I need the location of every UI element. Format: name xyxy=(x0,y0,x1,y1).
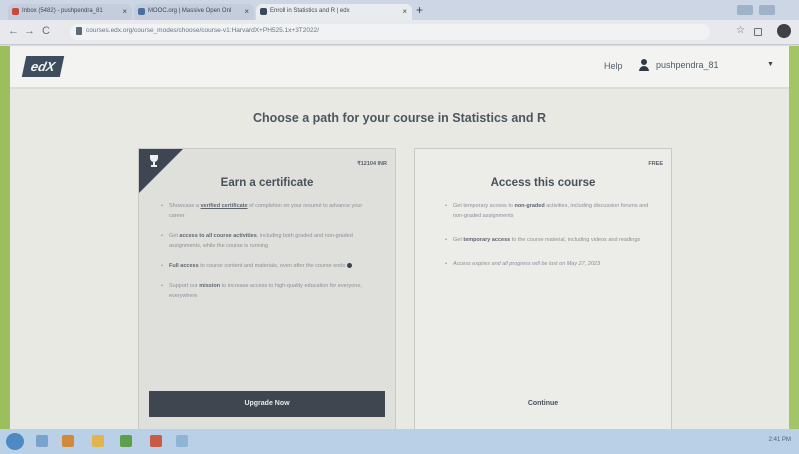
certificate-price: ₹12104 INR xyxy=(357,161,387,167)
tab-gmail[interactable]: Inbox (5482) - pushpendra_81 × xyxy=(8,4,132,20)
list-item: Get temporary access to the course mater… xyxy=(445,235,655,245)
main-content: Choose a path for your course in Statist… xyxy=(10,89,789,438)
info-icon[interactable] xyxy=(346,263,352,269)
browser-tab-strip: Inbox (5482) - pushpendra_81 × MOOC.org … xyxy=(0,0,799,33)
window-controls xyxy=(735,2,795,33)
clock: 2:41 PM xyxy=(768,437,791,443)
close-tab-icon[interactable]: × xyxy=(122,7,127,16)
upgrade-now-button[interactable]: Upgrade Now xyxy=(149,391,385,417)
user-icon xyxy=(638,59,650,72)
forward-button[interactable]: → xyxy=(24,25,35,37)
address-bar[interactable]: courses.edx.org/course_modes/choose/cour… xyxy=(70,24,710,40)
browser-toolbar: ← → C courses.edx.org/course_modes/choos… xyxy=(0,20,799,45)
certificate-card: ₹12104 INR Earn a certificate Showcase a… xyxy=(138,148,396,438)
bookmark-star-icon[interactable]: ☆ xyxy=(736,25,745,36)
address-url: courses.edx.org/course_modes/choose/cour… xyxy=(86,27,320,34)
app-icon[interactable] xyxy=(150,435,162,447)
close-tab-icon[interactable]: × xyxy=(244,7,249,16)
back-button[interactable]: ← xyxy=(8,25,19,37)
lock-icon xyxy=(76,27,82,35)
list-item: Support our mission to increase access t… xyxy=(161,281,375,301)
start-button[interactable] xyxy=(6,433,24,450)
tab-label: Inbox (5482) - pushpendra_81 xyxy=(22,8,103,14)
certificate-card-title: Earn a certificate xyxy=(220,177,314,189)
explorer-icon[interactable] xyxy=(36,435,48,447)
page-title: Choose a path for your course in Statist… xyxy=(252,111,547,125)
frame-edge-right xyxy=(789,46,799,429)
extensions-icon[interactable] xyxy=(754,28,762,36)
list-item: Showcase a verified certificate of compl… xyxy=(161,201,375,221)
new-tab-button[interactable]: + xyxy=(416,3,423,17)
frame-edge-left xyxy=(0,46,10,429)
profile-avatar[interactable] xyxy=(777,24,791,38)
edx-logo[interactable]: edX xyxy=(21,56,65,77)
list-item: Full access to course content and materi… xyxy=(161,261,375,271)
mooc-favicon-icon xyxy=(138,8,145,15)
gmail-favicon-icon xyxy=(12,8,19,15)
audit-card-title: Access this course xyxy=(490,177,596,189)
username-menu[interactable]: pushpendra_81 xyxy=(656,60,719,70)
folder-icon[interactable] xyxy=(92,435,104,447)
continue-button[interactable]: Continue xyxy=(415,391,671,417)
os-taskbar: 2:41 PM xyxy=(0,429,799,454)
minimize-button[interactable] xyxy=(737,5,753,15)
list-item: Get temporary access to non-graded activ… xyxy=(445,201,655,221)
maximize-button[interactable] xyxy=(759,5,776,15)
site-header: edX Help pushpendra_81 ▼ xyxy=(10,46,789,88)
chevron-down-icon[interactable]: ▼ xyxy=(767,61,774,68)
edx-favicon-icon xyxy=(260,8,267,15)
help-link[interactable]: Help xyxy=(604,61,623,71)
audit-benefits-list: Get temporary access to non-graded activ… xyxy=(445,201,655,283)
audit-card: FREE Access this course Get temporary ac… xyxy=(414,148,672,438)
list-item: Access expires and all progress will be … xyxy=(445,259,655,269)
certificate-benefits-list: Showcase a verified certificate of compl… xyxy=(161,201,375,311)
media-icon[interactable] xyxy=(62,435,74,447)
audit-price: FREE xyxy=(648,161,663,167)
close-tab-icon[interactable]: × xyxy=(402,7,407,16)
tab-label: MOOC.org | Massive Open Onl xyxy=(148,8,232,14)
trophy-icon xyxy=(148,155,160,169)
tab-edx-enroll[interactable]: Enroll in Statistics and R | edx × xyxy=(256,4,412,20)
app-icon[interactable] xyxy=(176,435,188,447)
tab-label: Enroll in Statistics and R | edx xyxy=(270,8,350,14)
tab-mooc[interactable]: MOOC.org | Massive Open Onl × xyxy=(134,4,254,20)
verified-certificate-link[interactable]: verified certificate xyxy=(201,203,248,209)
reload-button[interactable]: C xyxy=(42,25,50,37)
list-item: Get access to all course activities, inc… xyxy=(161,231,375,251)
chrome-icon[interactable] xyxy=(120,435,132,447)
